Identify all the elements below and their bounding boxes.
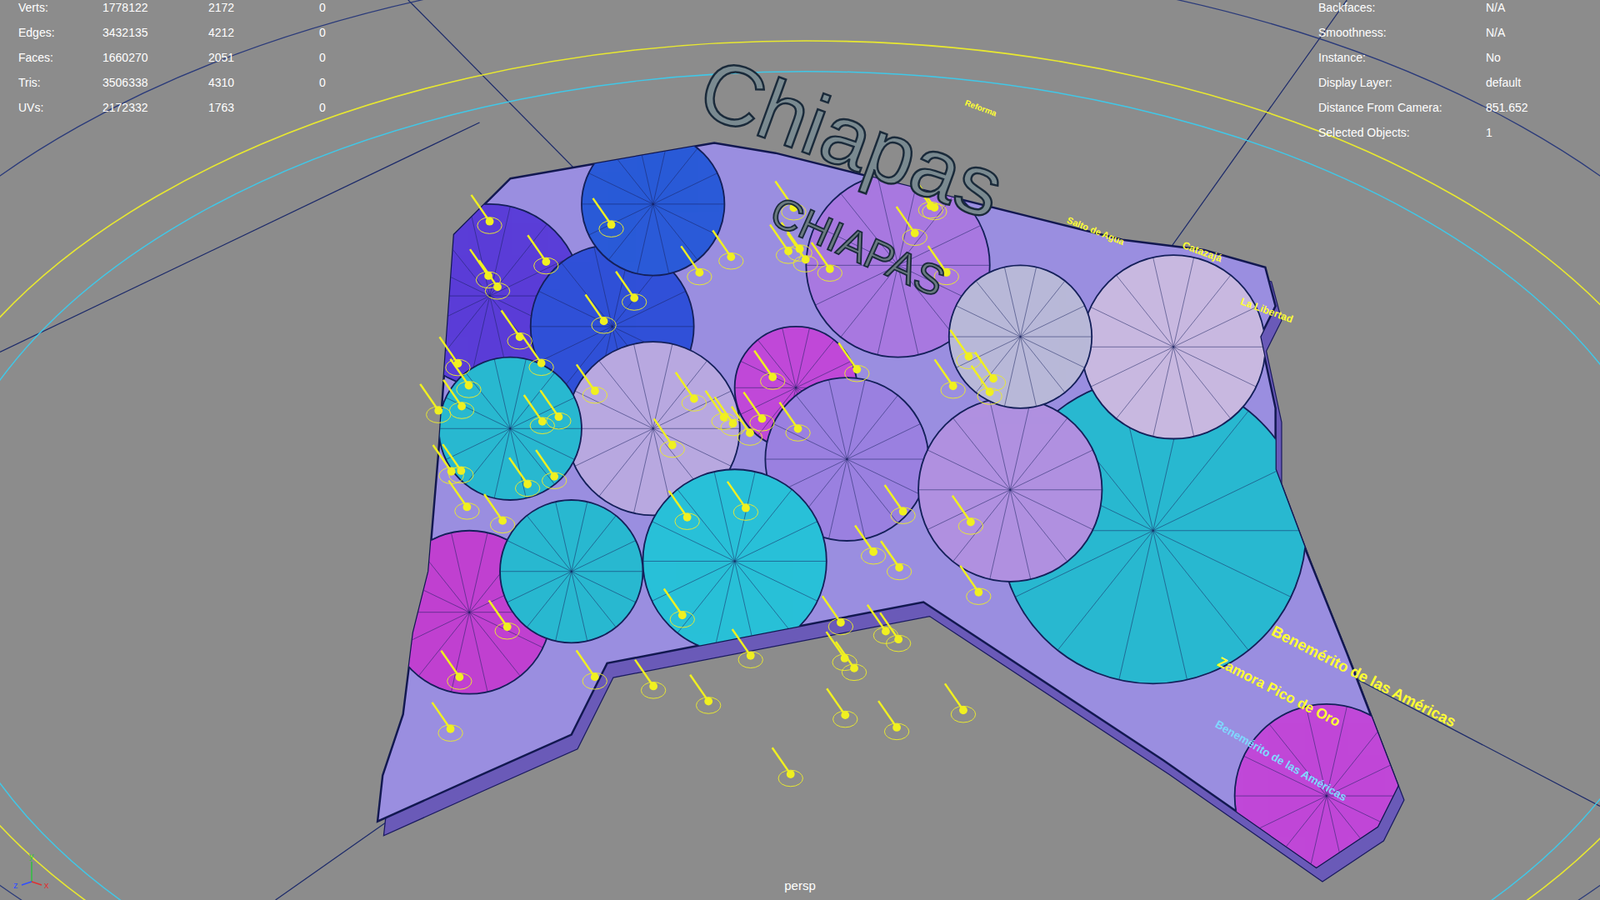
place-label[interactable]: Catazajá	[1180, 239, 1225, 265]
stat-label: Verts:	[18, 0, 103, 17]
info-row: Instance:No	[1318, 45, 1586, 70]
info-value: default	[1485, 74, 1586, 92]
map-title-3d: Chiapas	[687, 39, 1016, 237]
stat-row: Faces:166027020510	[18, 45, 353, 70]
axis-icon: y z x	[11, 850, 54, 892]
stat-value: 1778122	[102, 0, 209, 17]
stat-value: 2051	[208, 49, 320, 67]
stat-row: Verts:177812221720	[18, 0, 353, 20]
info-value: 851.652	[1485, 99, 1586, 117]
stat-value: 4212	[208, 24, 320, 42]
place-label[interactable]: Benemérito de las Américas	[1213, 717, 1350, 804]
axis-gizmo: y z x	[11, 850, 54, 892]
stat-value: 1660270	[102, 49, 209, 67]
place-label[interactable]: Salto de Agua	[1065, 215, 1127, 248]
stat-row: Tris:350633843100	[18, 70, 353, 95]
info-value: N/A	[1485, 24, 1586, 42]
stat-value: 3506338	[102, 74, 209, 92]
place-label[interactable]: Benemérito de las Américas	[1269, 621, 1460, 730]
municipality-region[interactable]	[642, 469, 826, 653]
stat-label: Tris:	[18, 74, 103, 92]
stat-value: 0	[319, 74, 353, 92]
municipality-region[interactable]	[918, 398, 1102, 582]
maya-viewport[interactable]: ChiapasCHIAPAS Benemérito de las Américas…	[0, 0, 1600, 900]
stat-row: UVs:217233217630	[18, 95, 353, 120]
municipality-region[interactable]	[500, 500, 643, 643]
stat-value: 0	[319, 24, 353, 42]
municipality-region[interactable]	[949, 265, 1092, 408]
info-row: Smoothness:N/A	[1318, 20, 1586, 45]
info-row: Display Layer:default	[1318, 70, 1586, 95]
municipality-region[interactable]	[439, 357, 582, 500]
locator-markers	[420, 179, 1006, 786]
municipality-region[interactable]	[1235, 704, 1419, 888]
info-label: Display Layer:	[1318, 74, 1486, 92]
municipality-region[interactable]	[581, 132, 725, 275]
svg-text:y: y	[29, 850, 35, 861]
grid-lines	[0, 0, 1600, 900]
cyan-arc	[0, 71, 1600, 900]
stat-value: 2172	[208, 0, 320, 17]
place-label[interactable]: Zamora Pico de Oro	[1215, 653, 1344, 730]
info-row: Distance From Camera:851.652	[1318, 95, 1586, 120]
info-label: Backfaces:	[1318, 0, 1486, 17]
poly-count-hud: Verts:177812221720Edges:343213542120Face…	[18, 0, 353, 120]
map-subtitle-3d: CHIAPAS	[763, 186, 952, 306]
info-row: Selected Objects:1	[1318, 120, 1586, 145]
info-label: Distance From Camera:	[1318, 99, 1486, 117]
info-value: 1	[1485, 124, 1586, 142]
svg-text:x: x	[44, 880, 50, 890]
place-label[interactable]: Reforma	[963, 98, 999, 119]
stat-value: 4310	[208, 74, 320, 92]
stat-row: Edges:343213542120	[18, 20, 353, 45]
stat-value: 0	[319, 49, 353, 67]
place-label[interactable]: La Libertad	[1239, 295, 1295, 326]
info-label: Selected Objects:	[1318, 124, 1486, 142]
svg-text:z: z	[13, 880, 19, 890]
municipality-region[interactable]	[1081, 255, 1265, 439]
info-value: No	[1485, 49, 1586, 67]
camera-label: persp	[0, 876, 1600, 896]
stat-value: 3432135	[102, 24, 209, 42]
stat-value: 0	[319, 99, 353, 117]
info-row: Backfaces:N/A	[1318, 0, 1586, 20]
stat-label: UVs:	[18, 99, 103, 117]
info-label: Smoothness:	[1318, 24, 1486, 42]
stat-value: 0	[319, 0, 353, 17]
stat-label: Faces:	[18, 49, 103, 67]
object-info-hud: Backfaces:N/ASmoothness:N/AInstance:NoDi…	[1318, 0, 1586, 145]
info-label: Instance:	[1318, 49, 1486, 67]
stat-value: 1763	[208, 99, 320, 117]
stat-label: Edges:	[18, 24, 103, 42]
info-value: N/A	[1485, 0, 1586, 17]
stat-value: 2172332	[102, 99, 209, 117]
